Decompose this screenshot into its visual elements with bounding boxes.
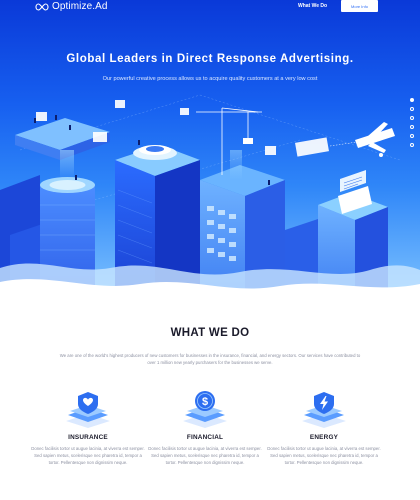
hero-subtitle: Our powerful creative process allows us … [102,76,318,82]
feature-text: Donec facilisis tortor ut augue lacinia,… [31,446,145,465]
slide-pagination [410,98,415,152]
feature-text: Donec facilisis tortor ut augue lacinia,… [267,446,381,465]
feature-name: FINANCIAL [186,434,224,441]
dollar-coin-icon: $ [183,391,227,428]
hero-title: Global Leaders in Direct Response Advert… [66,53,354,65]
feature-insurance: INSURANCE Donec facilisis tortor ut augu… [30,388,146,466]
brand-name: Optimize.Ad [52,1,108,12]
what-we-do-title: WHAT WE DO [170,327,250,339]
feature-text: Donec facilisis tortor ut augue lacinia,… [148,446,262,465]
feature-name: ENERGY [309,434,339,441]
lightning-bolt-icon [302,392,346,428]
brand-logo[interactable]: Optimize.Ad [35,1,108,12]
more-info-button[interactable]: More Info [341,0,378,12]
feature-financial: $ FINANCIAL Donec facilisis tortor ut au… [147,388,263,466]
isometric-city-illustration [0,94,420,300]
infinity-logo-icon [35,2,49,11]
slide-dot-4[interactable] [410,125,414,129]
svg-text:$: $ [202,396,208,408]
shield-heart-icon [66,392,110,428]
slide-dot-6[interactable] [410,143,414,147]
feature-name: INSURANCE [68,434,108,441]
slide-dot-5[interactable] [410,134,414,138]
slide-dot-2[interactable] [410,107,414,111]
features-row: INSURANCE Donec facilisis tortor ut augu… [0,388,420,500]
what-we-do-description: We are one of the world's highest produc… [59,353,361,365]
hero-section: Optimize.Ad What We Do More Info Global … [0,0,420,300]
slide-dot-1[interactable] [410,98,414,102]
slide-dot-3[interactable] [410,116,414,120]
feature-energy: ENERGY Donec facilisis tortor ut augue l… [266,388,382,466]
nav-link-what-we-do[interactable]: What We Do [298,3,327,9]
site-header: Optimize.Ad What We Do More Info [0,0,420,18]
